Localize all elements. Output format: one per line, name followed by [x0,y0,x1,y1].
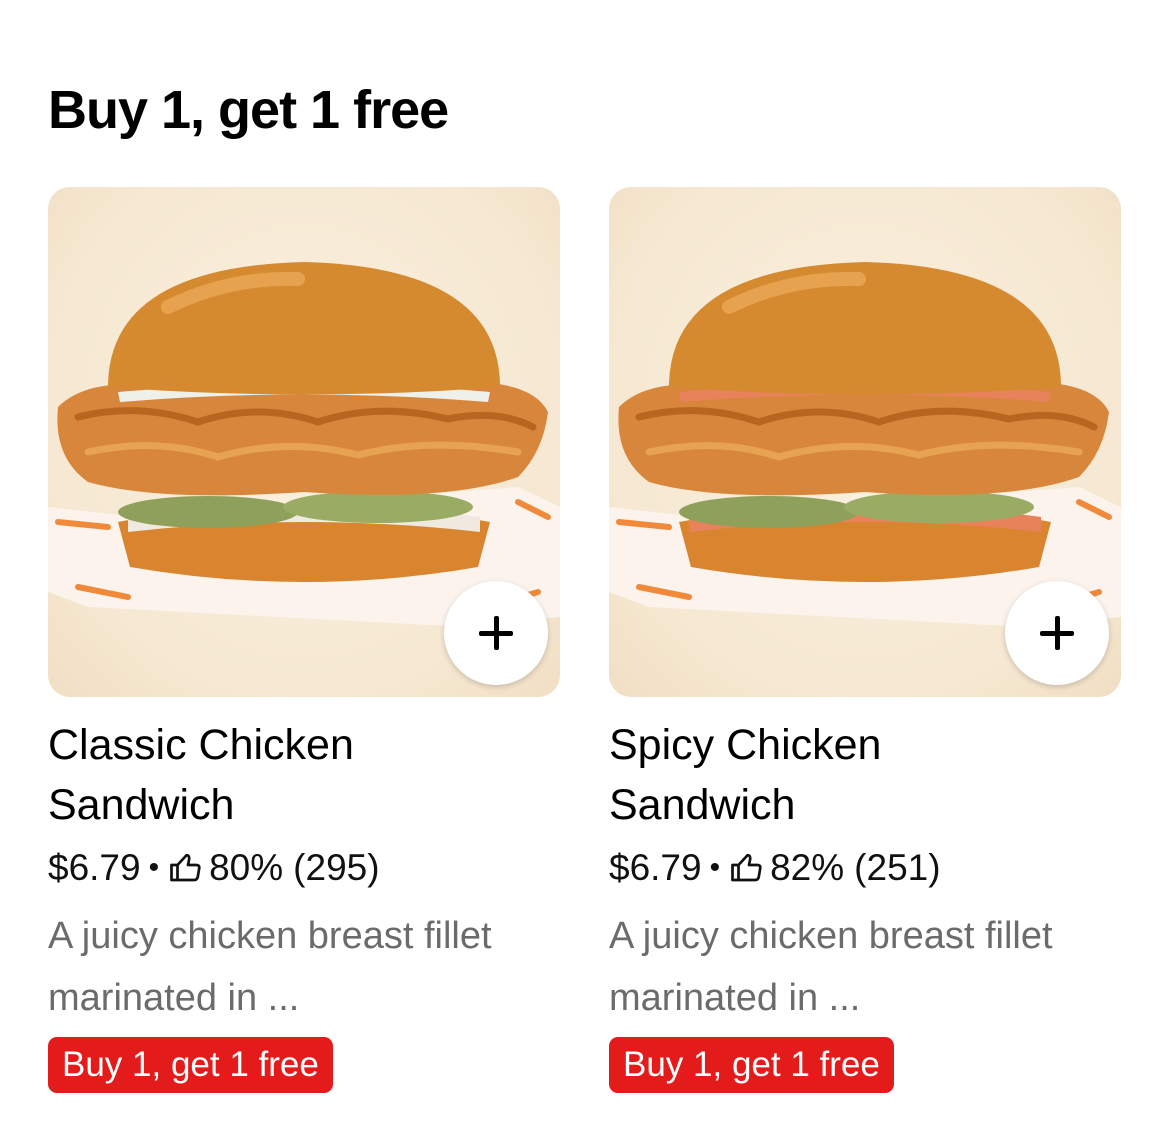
menu-item-card[interactable]: Classic Chicken Sandwich $6.79 • 80% (29… [48,187,560,1093]
add-to-cart-button[interactable] [1005,581,1109,685]
menu-item-card[interactable]: Spicy Chicken Sandwich $6.79 • 82% (251)… [609,187,1121,1093]
plus-icon [1040,616,1074,650]
item-name: Classic Chicken Sandwich [48,721,354,829]
item-description: A juicy chicken breast fillet marinated … [48,915,492,1019]
item-rating: 80% [209,847,284,888]
item-rating-count: (251) [854,847,941,888]
item-rating-count: (295) [293,847,380,888]
item-price: $6.79 [609,847,702,888]
promo-badge: Buy 1, get 1 free [609,1037,894,1093]
item-description: A juicy chicken breast fillet marinated … [609,915,1053,1019]
separator-dot: • [709,851,721,884]
thumbs-up-icon [731,853,762,882]
add-to-cart-button[interactable] [444,581,548,685]
item-rating: 82% [770,847,845,888]
item-price: $6.79 [48,847,141,888]
separator-dot: • [148,851,160,884]
item-name: Spicy Chicken Sandwich [609,721,882,829]
item-image[interactable] [48,187,560,697]
item-meta: $6.79 • 80% (295) [48,843,560,893]
item-image[interactable] [609,187,1121,697]
promo-badge: Buy 1, get 1 free [48,1037,333,1093]
plus-icon [479,616,513,650]
item-meta: $6.79 • 82% (251) [609,843,1121,893]
thumbs-up-icon [170,853,201,882]
section-title: Buy 1, get 1 free [48,80,449,140]
